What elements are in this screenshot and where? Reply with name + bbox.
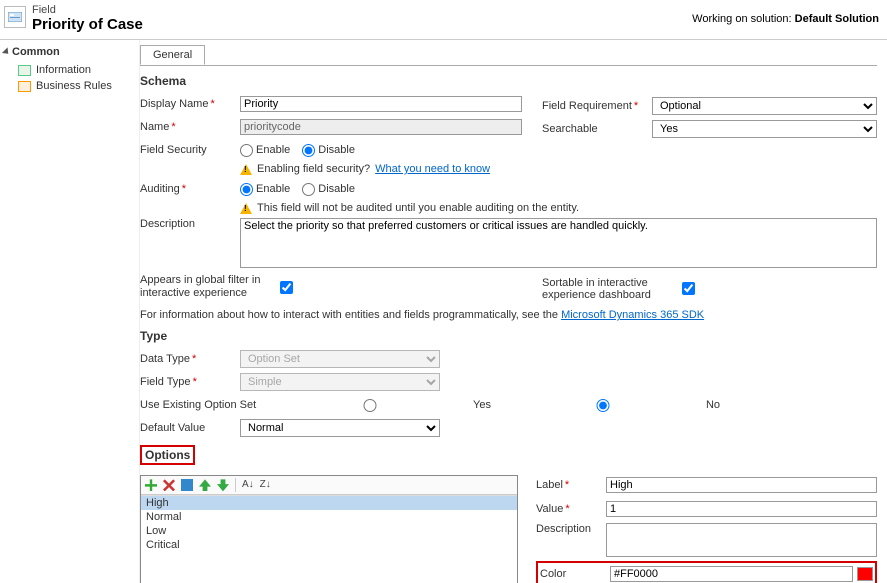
sidebar-section-common[interactable]: Common [4,46,135,58]
options-toolbar: A↓ Z↓ [141,476,517,495]
warning-icon [240,203,252,214]
option-label-input[interactable] [606,477,877,493]
options-list[interactable]: High Normal Low Critical [141,495,517,583]
field-requirement-label: Field Requirement* [542,100,652,112]
window-header: Field Priority of Case Working on soluti… [0,0,887,40]
edit-option-icon[interactable] [181,479,193,491]
move-down-icon[interactable] [217,479,229,491]
audit-warning: This field will not be audited until you… [240,202,877,214]
options-list-panel: A↓ Z↓ High Normal Low Critical [140,475,518,583]
sidebar-item-business-rules[interactable]: Business Rules [4,78,135,94]
option-item[interactable]: Critical [141,538,517,552]
option-value-label: Value* [536,503,606,515]
form-icon [18,65,31,76]
header-type-label: Field [32,4,692,16]
sidebar: Common Information Business Rules [0,40,140,583]
sidebar-item-information[interactable]: Information [4,62,135,78]
page-title: Priority of Case [32,16,692,33]
display-name-input[interactable] [240,96,522,112]
name-label: Name* [140,121,240,133]
solution-indicator: Working on solution: Default Solution [692,13,879,25]
option-desc-label: Description [536,523,606,535]
use-existing-label: Use Existing Option Set [140,399,270,411]
audit-disable-radio[interactable]: Disable [302,183,355,196]
option-item[interactable]: Low [141,524,517,538]
entity-icon [4,6,26,28]
description-textarea[interactable] [240,218,877,268]
option-value-input[interactable] [606,501,877,517]
section-type-title: Type [140,329,877,343]
option-color-row: Color [536,561,877,583]
global-filter-checkbox[interactable] [280,281,293,294]
description-label: Description [140,218,240,230]
option-item[interactable]: Normal [141,510,517,524]
sortable-checkbox[interactable] [682,282,695,295]
searchable-select[interactable]: Yes [652,120,877,138]
global-filter-label: Appears in global filter in interactive … [140,274,280,300]
option-label-label: Label* [536,479,606,491]
section-options-title: Options [140,445,195,465]
option-color-label: Color [540,568,610,580]
fs-warn-link[interactable]: What you need to know [375,163,490,175]
data-type-label: Data Type* [140,353,240,365]
option-color-input[interactable] [610,566,853,582]
use-existing-no-radio[interactable]: No [503,399,720,412]
warning-icon [240,164,252,175]
fs-warning: Enabling field security? What you need t… [240,163,877,175]
delete-option-icon[interactable] [163,479,175,491]
field-type-select: Simple [240,373,440,391]
option-desc-textarea[interactable] [606,523,877,557]
name-input [240,119,522,135]
section-schema-title: Schema [140,74,877,88]
main-content: General Schema Display Name* Field Requi… [140,40,887,583]
rules-icon [18,81,31,92]
add-option-icon[interactable] [145,479,157,491]
sort-desc-icon[interactable]: Z↓ [260,479,271,491]
color-swatch[interactable] [857,567,873,581]
sortable-label: Sortable in interactive experience dashb… [542,277,682,301]
default-value-select[interactable]: Normal [240,419,440,437]
field-security-label: Field Security [140,144,240,156]
auditing-label: Auditing* [140,183,240,195]
field-requirement-select[interactable]: Optional [652,97,877,115]
field-type-label: Field Type* [140,376,240,388]
default-value-label: Default Value [140,422,240,434]
tab-bar: General [140,44,877,64]
data-type-select: Option Set [240,350,440,368]
move-up-icon[interactable] [199,479,211,491]
sort-asc-icon[interactable]: A↓ [242,479,254,491]
option-detail-panel: Label* Value* Description Color [536,475,877,583]
searchable-label: Searchable [542,123,652,135]
sdk-link[interactable]: Microsoft Dynamics 365 SDK [561,309,704,321]
tab-general[interactable]: General [140,45,205,65]
sdk-info: For information about how to interact wi… [140,309,877,321]
use-existing-yes-radio[interactable]: Yes [270,399,491,412]
option-item[interactable]: High [141,496,517,510]
caret-icon [2,47,11,56]
display-name-label: Display Name* [140,98,240,110]
fs-enable-radio[interactable]: Enable [240,144,290,157]
audit-enable-radio[interactable]: Enable [240,183,290,196]
fs-disable-radio[interactable]: Disable [302,144,355,157]
